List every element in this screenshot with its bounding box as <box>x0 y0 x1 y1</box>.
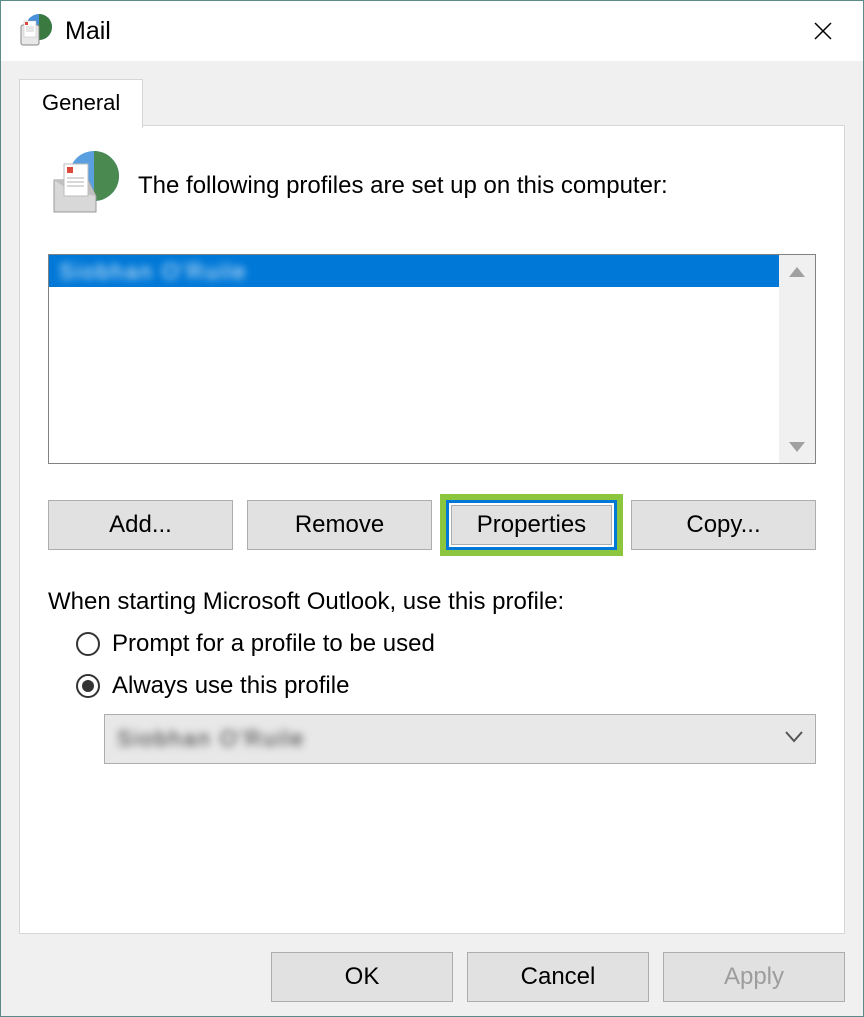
scroll-up-icon[interactable] <box>789 261 805 282</box>
apply-button: Apply <box>663 952 845 1002</box>
ok-button[interactable]: OK <box>271 952 453 1002</box>
properties-highlight: Properties <box>440 494 623 556</box>
properties-button[interactable]: Properties <box>451 505 612 545</box>
titlebar: Mail <box>1 1 863 61</box>
chevron-down-icon <box>785 730 803 748</box>
listbox-scrollbar[interactable] <box>779 255 815 463</box>
tab-panel-general: The following profiles are set up on thi… <box>19 125 845 934</box>
mail-app-icon <box>17 13 53 49</box>
dialog-footer: OK Cancel Apply <box>19 934 845 1002</box>
profile-button-row: Add... Remove Properties Copy... <box>48 500 816 550</box>
startup-label: When starting Microsoft Outlook, use thi… <box>48 588 816 616</box>
radio-always-label: Always use this profile <box>112 672 349 700</box>
mail-dialog: Mail General <box>0 0 864 1017</box>
add-button[interactable]: Add... <box>48 500 233 550</box>
listbox-content: Siobhan O'Ruile <box>49 255 779 463</box>
dropdown-value: Siobhan O'Ruile <box>117 726 305 752</box>
tab-general[interactable]: General <box>19 79 143 128</box>
remove-button[interactable]: Remove <box>247 500 432 550</box>
tab-container: General <box>19 79 845 934</box>
startup-radio-group: Prompt for a profile to be used Always u… <box>48 630 816 764</box>
radio-prompt-label: Prompt for a profile to be used <box>112 630 435 658</box>
window-title: Mail <box>65 17 799 46</box>
cancel-button[interactable]: Cancel <box>467 952 649 1002</box>
dialog-body: General <box>1 61 863 1016</box>
radio-always[interactable]: Always use this profile <box>76 672 816 700</box>
profile-list-item[interactable]: Siobhan O'Ruile <box>49 255 779 287</box>
radio-icon <box>76 632 100 656</box>
radio-prompt[interactable]: Prompt for a profile to be used <box>76 630 816 658</box>
close-button[interactable] <box>799 7 847 55</box>
profiles-icon <box>48 150 120 222</box>
radio-icon <box>76 674 100 698</box>
intro-text: The following profiles are set up on thi… <box>138 172 668 200</box>
default-profile-dropdown[interactable]: Siobhan O'Ruile <box>104 714 816 764</box>
scroll-down-icon[interactable] <box>789 436 805 457</box>
profiles-listbox[interactable]: Siobhan O'Ruile <box>48 254 816 464</box>
intro-row: The following profiles are set up on thi… <box>48 150 816 222</box>
copy-button[interactable]: Copy... <box>631 500 816 550</box>
profile-item-label: Siobhan O'Ruile <box>59 259 247 284</box>
